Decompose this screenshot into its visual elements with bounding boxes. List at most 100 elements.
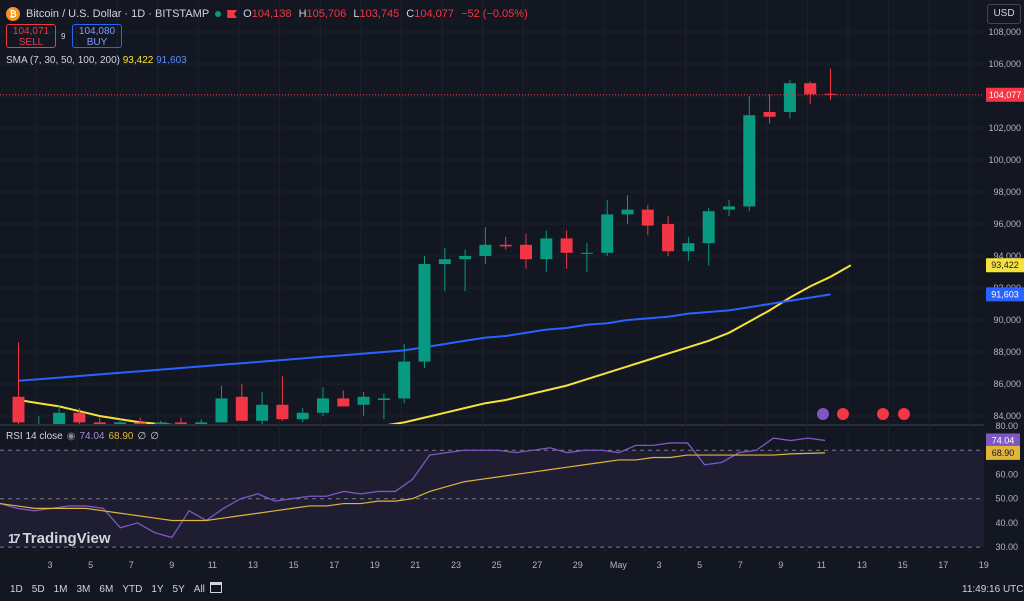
clock: 11:49:16 UTC — [962, 584, 1024, 595]
time-tick-label: 15 — [289, 560, 299, 570]
candle-body[interactable] — [723, 206, 735, 210]
time-tick-label: 19 — [370, 560, 380, 570]
time-tick-label: 7 — [129, 560, 134, 570]
time-tick-label: 17 — [329, 560, 339, 570]
change-value: −52 (−0.05%) — [461, 8, 528, 20]
candle-body[interactable] — [12, 396, 25, 423]
range-ytd[interactable]: YTD — [122, 584, 142, 595]
candle-body[interactable] — [601, 214, 614, 253]
symbol-title[interactable]: Bitcoin / U.S. Dollar · 1D · BITSTAMP — [26, 8, 209, 20]
range-1d[interactable]: 1D — [10, 584, 23, 595]
candle-body[interactable] — [398, 361, 411, 399]
candle-body[interactable] — [702, 211, 715, 244]
price-tick-label: 88,000 — [993, 347, 1021, 357]
range-3m[interactable]: 3M — [77, 584, 91, 595]
time-tick-label: 7 — [738, 560, 743, 570]
time-tick-label: 11 — [817, 560, 826, 570]
us-flag-icon[interactable] — [835, 406, 851, 422]
candle-body[interactable] — [662, 224, 675, 252]
time-tick-label: 15 — [898, 560, 908, 570]
us-flag-icon[interactable] — [875, 406, 891, 422]
price-tick-label: 90,000 — [993, 315, 1021, 325]
candle-body[interactable] — [560, 238, 573, 253]
candle-body[interactable] — [317, 398, 329, 413]
time-tick-label: 5 — [697, 560, 702, 570]
price-chart[interactable]: 84,00086,00088,00090,00092,00094,00096,0… — [0, 0, 1024, 601]
time-tick-label: 11 — [208, 560, 217, 570]
price-tick-label: 108,000 — [988, 27, 1021, 37]
sell-button[interactable]: 104,071 SELL — [6, 24, 56, 48]
price-tick-label: 106,000 — [988, 59, 1021, 69]
candle-body[interactable] — [154, 422, 167, 424]
range-all[interactable]: All — [194, 584, 205, 595]
market-status-icon — [215, 11, 222, 17]
candle-body[interactable] — [73, 412, 86, 423]
sma-legend[interactable]: SMA (7, 30, 50, 100, 200) 93,422 91,603 — [6, 55, 187, 66]
range-5y[interactable]: 5Y — [173, 584, 185, 595]
candle-body[interactable] — [93, 422, 106, 424]
calendar-icon[interactable] — [210, 582, 222, 593]
time-tick-label: May — [610, 560, 628, 570]
candle-body[interactable] — [114, 422, 126, 424]
buy-button[interactable]: 104,080 BUY — [72, 24, 122, 48]
lightning-event-icon[interactable] — [815, 406, 831, 422]
rsi-tick-label: 30.00 — [995, 542, 1018, 552]
candle-body[interactable] — [357, 396, 370, 405]
candle-body[interactable] — [256, 404, 269, 421]
time-tick-label: 17 — [938, 560, 948, 570]
candle-body[interactable] — [215, 398, 228, 423]
candle-body[interactable] — [53, 412, 66, 424]
candle-body[interactable] — [479, 244, 492, 256]
price-tick-label: 100,000 — [988, 155, 1021, 165]
time-tick-label: 3 — [47, 560, 52, 570]
candle-body[interactable] — [743, 115, 756, 207]
candle-body[interactable] — [459, 256, 472, 260]
flag-icon[interactable] — [227, 10, 238, 18]
us-flag-icon[interactable] — [896, 406, 912, 422]
rsi-legend[interactable]: RSI 14 close ◉ 74.04 68.90 ∅ ∅ — [6, 431, 159, 442]
rsi-tick-label: 80.00 — [995, 421, 1018, 431]
time-tick-label: 3 — [656, 560, 661, 570]
candle-body[interactable] — [195, 422, 208, 424]
rsi-tick-label: 40.00 — [995, 518, 1018, 528]
ohlc-values: O104,138 H105,706 L103,745 C104,077 −52 … — [243, 8, 528, 20]
candle-body[interactable] — [641, 209, 654, 226]
symbol-header: ₿ Bitcoin / U.S. Dollar · 1D · BITSTAMP … — [6, 7, 532, 21]
price-tick-label: 84,000 — [993, 411, 1021, 421]
candle-body[interactable] — [337, 398, 350, 407]
candle-body[interactable] — [418, 264, 431, 362]
rsi-tick-label: 50.00 — [995, 494, 1018, 504]
candle-body[interactable] — [520, 244, 532, 260]
time-tick-label: 21 — [410, 560, 420, 570]
candle-body[interactable] — [682, 243, 695, 252]
candle-body[interactable] — [174, 422, 187, 424]
candle-body[interactable] — [235, 396, 248, 421]
range-1m[interactable]: 1M — [54, 584, 68, 595]
range-1y[interactable]: 1Y — [151, 584, 163, 595]
candle-body[interactable] — [377, 398, 390, 400]
candle-body[interactable] — [763, 112, 776, 117]
time-tick-label: 5 — [88, 560, 93, 570]
rsi-value-label: 74.04 — [992, 435, 1015, 445]
candle-body[interactable] — [804, 83, 817, 95]
candle-body[interactable] — [296, 412, 309, 420]
time-tick-label: 9 — [778, 560, 783, 570]
candle-body[interactable] — [580, 252, 593, 254]
candle-body[interactable] — [438, 259, 451, 264]
currency-selector[interactable]: USD — [987, 4, 1021, 24]
candle-body[interactable] — [276, 404, 289, 420]
rsi-tick-label: 60.00 — [995, 469, 1018, 479]
range-selector: 1D 5D 1M 3M 6M YTD 1Y 5Y All — [10, 584, 205, 595]
tradingview-logo: 17 TradingView — [8, 530, 111, 547]
candle-body[interactable] — [499, 244, 512, 247]
range-5d[interactable]: 5D — [32, 584, 45, 595]
range-6m[interactable]: 6M — [99, 584, 113, 595]
candle-body[interactable] — [621, 209, 634, 215]
candle-body[interactable] — [783, 83, 796, 112]
candle-body[interactable] — [540, 238, 553, 260]
price-tick-label: 86,000 — [993, 379, 1021, 389]
candle-body[interactable] — [134, 422, 147, 424]
sma-value-label: 93,422 — [991, 260, 1019, 270]
visibility-icon[interactable]: ◉ — [67, 431, 76, 442]
time-tick-label: 13 — [857, 560, 867, 570]
